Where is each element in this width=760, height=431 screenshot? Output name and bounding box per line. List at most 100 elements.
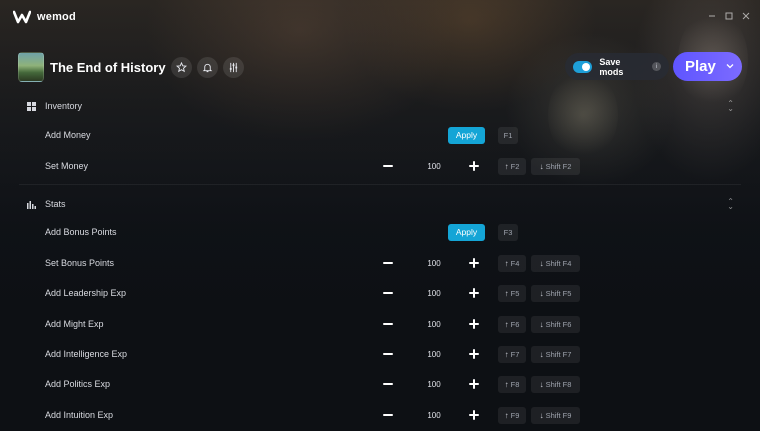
hotkey-label: Shift F6 <box>545 319 572 329</box>
play-label: Play <box>685 58 716 75</box>
arrow-up-icon: ↑ <box>504 410 509 420</box>
hotkey-decrease[interactable]: ↓ Shift F7 <box>531 345 580 363</box>
sliders-icon <box>229 62 237 72</box>
collapse-icon[interactable]: ⌃ ⌄ <box>727 198 734 211</box>
mod-row: Add Leadership Exp 100 ↑ F5 ↓ Shift F5 <box>0 279 760 307</box>
hotkey-label: Shift F9 <box>545 410 572 420</box>
title-bar: wemod <box>0 0 760 34</box>
value-display[interactable]: 100 <box>418 320 450 329</box>
increase-button[interactable] <box>468 160 480 172</box>
increase-button[interactable] <box>468 257 480 269</box>
hotkey-label: F9 <box>510 410 520 420</box>
hotkey-label: F5 <box>510 288 520 298</box>
hotkey-increase[interactable]: ↑ F4 <box>498 254 526 272</box>
increase-button[interactable] <box>468 318 480 330</box>
hotkey-increase[interactable]: ↑ F5 <box>498 284 526 302</box>
mod-name: Add Intelligence Exp <box>45 349 128 359</box>
save-mods-switch[interactable] <box>573 60 593 73</box>
hotkey-increase[interactable]: ↑ F7 <box>498 345 526 363</box>
mod-name: Add Might Exp <box>45 319 104 329</box>
bar-chart-icon <box>27 200 36 209</box>
arrow-up-icon: ↑ <box>504 258 509 268</box>
save-mods-label: Save mods <box>599 56 624 77</box>
apply-button[interactable]: Apply <box>448 223 485 241</box>
settings-button[interactable] <box>222 56 244 78</box>
app-name: wemod <box>37 11 76 23</box>
decrease-button[interactable] <box>382 409 394 421</box>
increase-button[interactable] <box>468 287 480 299</box>
decrease-button[interactable] <box>382 348 394 360</box>
arrow-down-icon: ↓ <box>539 161 544 171</box>
hotkey-increase[interactable]: ↑ F8 <box>498 375 526 393</box>
game-header: The End of History Save mods i Play <box>18 51 742 83</box>
mod-row: Add Politics Exp 100 ↑ F8 ↓ Shift F8 <box>0 370 760 398</box>
arrow-down-icon: ↓ <box>539 349 544 359</box>
mod-row: Set Money 100 ↑ F2 ↓ Shift F2 <box>0 152 760 180</box>
close-icon[interactable] <box>741 11 750 20</box>
increase-button[interactable] <box>468 409 480 421</box>
decrease-button[interactable] <box>382 160 394 172</box>
mod-row: Add Intuition Exp 100 ↑ F9 ↓ Shift F9 <box>0 401 760 429</box>
decrease-button[interactable] <box>382 318 394 330</box>
hotkey-increase[interactable]: ↑ F2 <box>498 157 526 175</box>
apply-button[interactable]: Apply <box>448 126 485 144</box>
section-title: Inventory <box>45 101 83 111</box>
increase-button[interactable] <box>468 348 480 360</box>
value-display[interactable]: 100 <box>418 411 450 420</box>
mod-name: Add Leadership Exp <box>45 288 127 298</box>
grid-icon <box>27 101 36 111</box>
bell-icon <box>202 63 212 72</box>
chevron-down-icon[interactable] <box>726 62 734 71</box>
hotkey[interactable]: F1 <box>498 126 518 144</box>
hotkey-decrease[interactable]: ↓ Shift F5 <box>531 284 580 302</box>
hotkey-label: F2 <box>510 161 520 171</box>
minimize-icon[interactable] <box>707 11 716 20</box>
mod-row: Add Money Apply F1 <box>0 121 760 149</box>
mod-name: Add Intuition Exp <box>45 410 114 420</box>
save-mods-toggle[interactable]: Save mods i <box>565 53 669 80</box>
hotkey-label: F6 <box>510 319 520 329</box>
play-button[interactable]: Play <box>673 52 742 81</box>
mod-row: Add Bonus Points Apply F3 <box>0 218 760 246</box>
favorite-button[interactable] <box>170 56 192 78</box>
mod-row: Set Bonus Points 100 ↑ F4 ↓ Shift F4 <box>0 249 760 277</box>
hotkey-increase[interactable]: ↑ F6 <box>498 315 526 333</box>
increase-button[interactable] <box>468 378 480 390</box>
hotkey-decrease[interactable]: ↓ Shift F8 <box>531 375 580 393</box>
value-display[interactable]: 100 <box>418 380 450 389</box>
hotkey-decrease[interactable]: ↓ Shift F4 <box>531 254 580 272</box>
hotkey-increase[interactable]: ↑ F9 <box>498 406 526 424</box>
game-thumbnail <box>18 52 44 82</box>
notifications-button[interactable] <box>196 56 218 78</box>
value-display[interactable]: 100 <box>418 162 450 171</box>
mod-name: Set Money <box>45 161 89 171</box>
app-logo: wemod <box>13 10 76 24</box>
arrow-down-icon: ↓ <box>539 288 544 298</box>
value-display[interactable]: 100 <box>418 350 450 359</box>
hotkey-label: F7 <box>510 349 520 359</box>
arrow-down-icon: ↓ <box>539 379 544 389</box>
hotkey-label: F4 <box>510 258 520 268</box>
collapse-icon[interactable]: ⌃ ⌄ <box>727 100 734 113</box>
hotkey[interactable]: F3 <box>498 223 518 241</box>
info-icon[interactable]: i <box>652 62 661 71</box>
value-display[interactable]: 100 <box>418 259 450 268</box>
game-title: The End of History <box>50 59 166 75</box>
arrow-up-icon: ↑ <box>504 379 509 389</box>
mod-row: Add Might Exp 100 ↑ F6 ↓ Shift F6 <box>0 310 760 338</box>
mod-name: Add Politics Exp <box>45 379 111 389</box>
hotkey-decrease[interactable]: ↓ Shift F9 <box>531 406 580 424</box>
decrease-button[interactable] <box>382 257 394 269</box>
value-display[interactable]: 100 <box>418 289 450 298</box>
arrow-up-icon: ↑ <box>504 319 509 329</box>
maximize-icon[interactable] <box>724 11 733 20</box>
decrease-button[interactable] <box>382 378 394 390</box>
hotkey-decrease[interactable]: ↓ Shift F2 <box>531 157 580 175</box>
hotkey-decrease[interactable]: ↓ Shift F6 <box>531 315 580 333</box>
hotkey-label: Shift F8 <box>545 379 572 389</box>
decrease-button[interactable] <box>382 287 394 299</box>
hotkey-label: F8 <box>510 379 520 389</box>
hotkey-label: Shift F7 <box>545 349 572 359</box>
hotkey-label: Shift F4 <box>545 258 572 268</box>
section-divider <box>19 184 741 185</box>
